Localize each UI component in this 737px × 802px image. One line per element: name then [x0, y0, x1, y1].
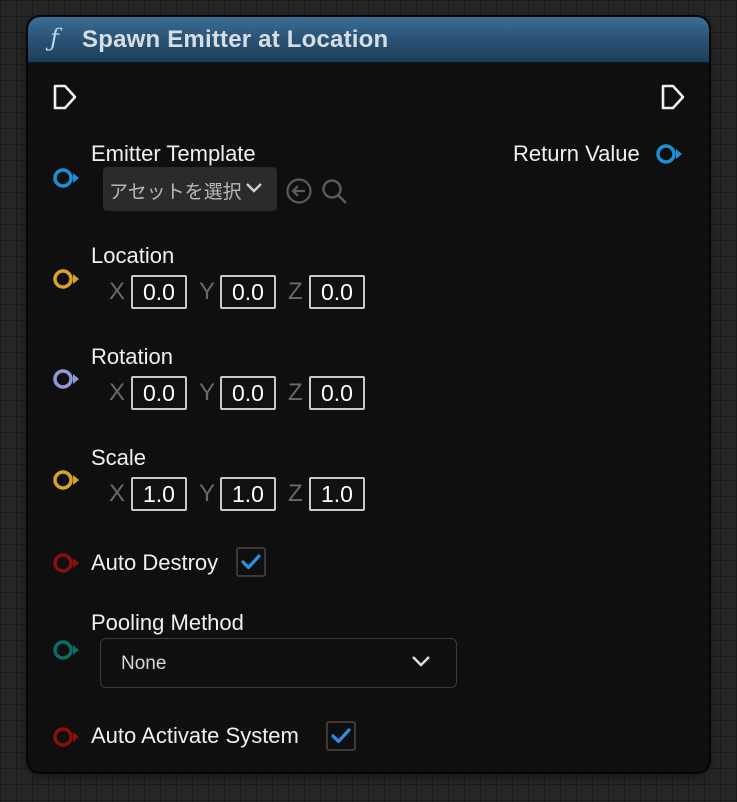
arrow-left-circle-icon[interactable]: [285, 177, 313, 205]
search-icon[interactable]: [320, 177, 350, 207]
asset-picker-combo[interactable]: アセットを選択: [103, 167, 277, 211]
return-value-label: Return Value: [513, 141, 640, 166]
rotation-x-axis-label: X: [109, 379, 126, 406]
rotation-y-field[interactable]: 0.0: [220, 376, 276, 410]
location-label: Location: [91, 243, 175, 268]
location-z-field[interactable]: 0.0: [309, 275, 365, 309]
checkmark-icon: [331, 728, 351, 744]
function-icon: ƒ: [50, 24, 59, 52]
emitter-template-label: Emitter Template: [91, 141, 256, 166]
auto-activate-system-label: Auto Activate System: [91, 723, 299, 748]
scale-y-field[interactable]: 1.0: [220, 477, 276, 511]
location-x-axis-label: X: [109, 278, 126, 305]
chevron-down-icon: [246, 183, 262, 193]
location-y-field[interactable]: 0.0: [220, 275, 276, 309]
rotation-label: Rotation: [91, 344, 173, 369]
node-title: Spawn Emitter at Location: [82, 26, 389, 53]
location-y-axis-label: Y: [199, 278, 216, 305]
rotation-z-axis-label: Z: [288, 379, 303, 406]
rotation-x-field[interactable]: 0.0: [131, 376, 187, 410]
auto-destroy-checkbox[interactable]: [236, 547, 266, 577]
asset-picker-text: アセットを選択: [109, 182, 242, 203]
scale-z-axis-label: Z: [288, 480, 303, 507]
spawn-emitter-node[interactable]: ƒ Spawn Emitter at Location Emitter Temp…: [28, 17, 709, 772]
rotation-y-axis-label: Y: [199, 379, 216, 406]
auto-destroy-label: Auto Destroy: [91, 550, 219, 575]
pooling-method-pin-icon[interactable]: [51, 639, 81, 661]
location-x-field[interactable]: 0.0: [131, 275, 187, 309]
pooling-method-label: Pooling Method: [91, 610, 244, 635]
location-pin-icon[interactable]: [51, 268, 81, 290]
scale-x-axis-label: X: [109, 480, 126, 507]
pooling-method-value: None: [121, 653, 167, 674]
auto-activate-system-checkbox[interactable]: [326, 721, 356, 751]
node-header[interactable]: ƒ Spawn Emitter at Location: [28, 17, 709, 63]
rotation-pin-icon[interactable]: [51, 368, 81, 390]
exec-out-pin-icon[interactable]: [660, 83, 686, 111]
chevron-down-icon: [412, 656, 430, 667]
emitter-template-pin-icon[interactable]: [51, 167, 81, 189]
rotation-z-field[interactable]: 0.0: [309, 376, 365, 410]
pooling-method-dropdown[interactable]: None: [100, 638, 457, 688]
scale-x-field[interactable]: 1.0: [131, 477, 187, 511]
auto-destroy-pin-icon[interactable]: [51, 552, 81, 574]
auto-activate-system-pin-icon[interactable]: [51, 726, 81, 748]
scale-z-field[interactable]: 1.0: [309, 477, 365, 511]
location-z-axis-label: Z: [288, 278, 303, 305]
exec-in-pin-icon[interactable]: [52, 83, 78, 111]
scale-label: Scale: [91, 445, 147, 470]
checkmark-icon: [241, 554, 261, 570]
scale-pin-icon[interactable]: [51, 469, 81, 491]
return-value-pin-icon[interactable]: [654, 143, 684, 165]
scale-y-axis-label: Y: [199, 480, 216, 507]
